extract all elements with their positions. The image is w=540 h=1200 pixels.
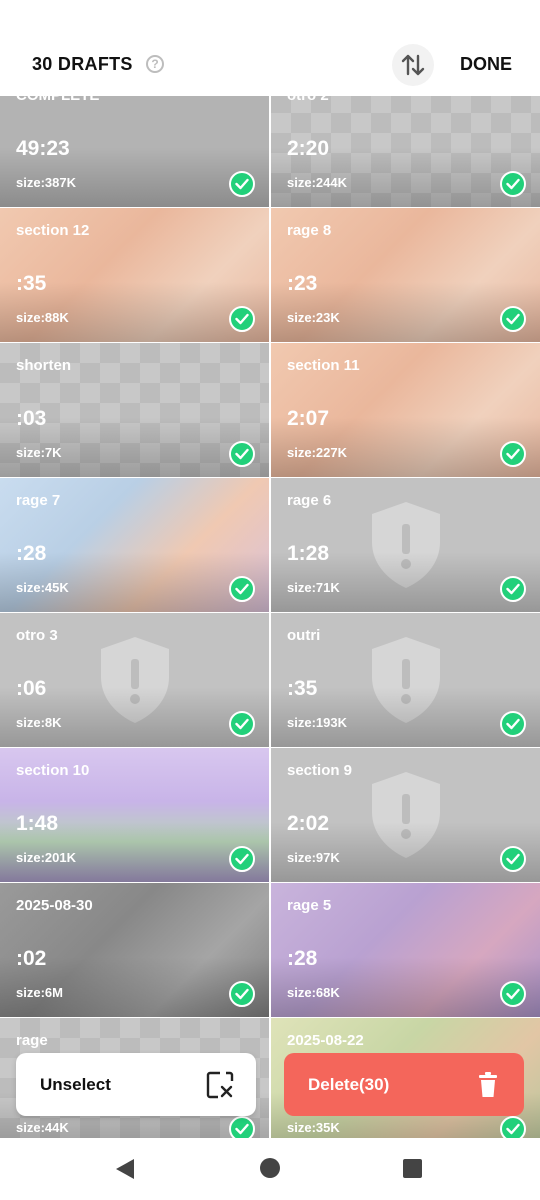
draft-duration: :35 (16, 272, 47, 295)
draft-size: size:193K (287, 715, 347, 730)
draft-size: size:88K (16, 310, 69, 325)
draft-duration: 1:28 (287, 542, 330, 565)
draft-size: size:6M (16, 985, 63, 1000)
draft-tile[interactable]: shorten :03 size:7K (0, 343, 269, 477)
draft-tile[interactable]: COMPLETE 49:23 size:387K (0, 96, 269, 207)
draft-tile[interactable]: rage 8 :23 size:23K (271, 208, 540, 342)
draft-name: otro 2 (287, 96, 329, 104)
draft-name: rage 5 (287, 897, 332, 914)
selected-check-icon[interactable] (500, 441, 526, 467)
draft-tile[interactable]: otro 3 :06 size:8K (0, 613, 269, 747)
draft-size: size:35K (287, 1120, 340, 1135)
draft-tile[interactable]: rage 6 1:28 size:71K (271, 478, 540, 612)
recents-square-icon[interactable] (403, 1159, 422, 1178)
selected-check-icon[interactable] (500, 981, 526, 1007)
unselect-label: Unselect (40, 1075, 111, 1094)
draft-size: size:71K (287, 580, 340, 595)
selected-check-icon[interactable] (500, 171, 526, 197)
draft-duration: 1:48 (16, 812, 59, 835)
draft-name: section 9 (287, 762, 353, 779)
draft-duration: :35 (287, 677, 318, 700)
draft-duration: :28 (16, 542, 47, 565)
draft-tile[interactable]: section 10 1:48 size:201K (0, 748, 269, 882)
draft-tile[interactable]: outri :35 size:193K (271, 613, 540, 747)
draft-duration: :23 (287, 272, 318, 295)
selected-check-icon[interactable] (229, 441, 255, 467)
top-bar: 30 DRAFTS ? DONE (0, 0, 540, 96)
deselect-icon (206, 1071, 234, 1099)
draft-duration: 2:02 (287, 812, 330, 835)
sort-button[interactable] (392, 44, 434, 86)
selected-check-icon[interactable] (500, 711, 526, 737)
selected-check-icon[interactable] (500, 1116, 526, 1138)
draft-name: rage 6 (287, 492, 332, 509)
draft-duration: 2:20 (287, 137, 330, 160)
selected-check-icon[interactable] (229, 1116, 255, 1138)
draft-tile[interactable]: rage 5 :28 size:68K (271, 883, 540, 1017)
draft-size: size:44K (16, 1120, 69, 1135)
trash-icon (479, 1072, 497, 1097)
draft-name: otro 3 (16, 627, 58, 644)
draft-size: size:23K (287, 310, 340, 325)
draft-tile[interactable]: section 12 :35 size:88K (0, 208, 269, 342)
selected-check-icon[interactable] (229, 306, 255, 332)
draft-duration: :06 (16, 677, 47, 700)
system-nav-bar (0, 1138, 540, 1200)
draft-tile[interactable]: 2025-08-30 :02 size:6M (0, 883, 269, 1017)
delete-label: Delete(30) (308, 1075, 390, 1094)
draft-name: shorten (16, 357, 72, 374)
home-circle-icon[interactable] (260, 1158, 280, 1178)
draft-name: rage (16, 1032, 48, 1049)
draft-name: section 10 (16, 762, 90, 779)
selected-check-icon[interactable] (229, 711, 255, 737)
unselect-button[interactable]: Unselect (16, 1053, 256, 1116)
draft-name: section 12 (16, 222, 90, 239)
draft-tile[interactable]: section 9 2:02 size:97K (271, 748, 540, 882)
selected-check-icon[interactable] (500, 306, 526, 332)
selected-check-icon[interactable] (500, 576, 526, 602)
draft-tile[interactable]: otro 2 2:20 size:244K (271, 96, 540, 207)
draft-tile[interactable]: section 11 2:07 size:227K (271, 343, 540, 477)
draft-size: size:387K (16, 175, 76, 190)
draft-name: COMPLETE (16, 96, 99, 104)
delete-button[interactable]: Delete(30) (284, 1053, 524, 1116)
draft-size: size:7K (16, 445, 62, 460)
sort-arrows-icon (401, 54, 425, 76)
back-triangle-icon[interactable] (114, 1158, 136, 1180)
draft-size: size:227K (287, 445, 347, 460)
draft-size: size:68K (287, 985, 340, 1000)
draft-duration: :02 (16, 947, 47, 970)
draft-duration: :28 (287, 947, 318, 970)
draft-duration: 49:23 (16, 137, 70, 160)
draft-name: 2025-08-30 (16, 897, 93, 914)
draft-size: size:8K (16, 715, 62, 730)
selected-check-icon[interactable] (229, 576, 255, 602)
draft-size: size:45K (16, 580, 69, 595)
selected-check-icon[interactable] (500, 846, 526, 872)
draft-size: size:244K (287, 175, 347, 190)
selected-check-icon[interactable] (229, 846, 255, 872)
draft-name: rage 7 (16, 492, 61, 509)
draft-name: section 11 (287, 357, 360, 374)
draft-size: size:97K (287, 850, 340, 865)
drafts-count-title: 30 DRAFTS (32, 54, 133, 74)
draft-name: outri (287, 627, 321, 644)
draft-tile[interactable]: rage 7 :28 size:45K (0, 478, 269, 612)
done-button[interactable]: DONE (460, 54, 512, 75)
selected-check-icon[interactable] (229, 171, 255, 197)
draft-name: 2025-08-22 (287, 1032, 364, 1049)
draft-duration: 2:07 (287, 407, 330, 430)
draft-size: size:201K (16, 850, 76, 865)
draft-duration: :03 (16, 407, 47, 430)
drafts-grid: COMPLETE 49:23 size:387K otro 2 2:20 size:244… (0, 96, 540, 1138)
selected-check-icon[interactable] (229, 981, 255, 1007)
question-circle-icon[interactable]: ? (146, 55, 164, 73)
draft-name: rage 8 (287, 222, 332, 239)
